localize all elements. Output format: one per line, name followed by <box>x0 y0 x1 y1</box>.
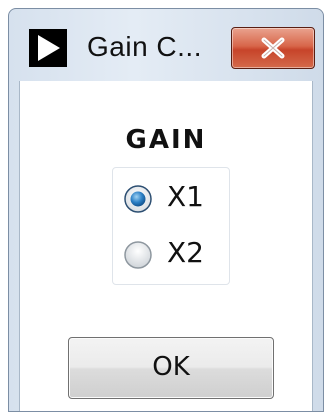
close-icon <box>261 37 285 59</box>
radio-unselected-icon[interactable] <box>123 240 153 270</box>
radio-option-x1[interactable]: X1 <box>123 178 223 218</box>
gain-label: GAIN <box>125 125 207 155</box>
radio-selected-icon[interactable] <box>123 184 153 214</box>
gain-radio-group: X1 X2 <box>112 167 230 285</box>
dialog-content: GAIN X1 X2 OK <box>19 81 313 411</box>
gain-dialog-window: Gain C... GAIN X1 X2 OK <box>8 8 324 412</box>
window-title: Gain C... <box>87 31 202 62</box>
radio-option-x2[interactable]: X2 <box>123 234 223 274</box>
title-bar[interactable]: Gain C... <box>9 9 323 79</box>
ok-button[interactable]: OK <box>68 337 274 399</box>
radio-label-x1: X1 <box>167 180 204 213</box>
radio-label-x2: X2 <box>167 236 204 269</box>
close-button[interactable] <box>231 27 315 69</box>
play-triangle-icon <box>29 29 67 67</box>
